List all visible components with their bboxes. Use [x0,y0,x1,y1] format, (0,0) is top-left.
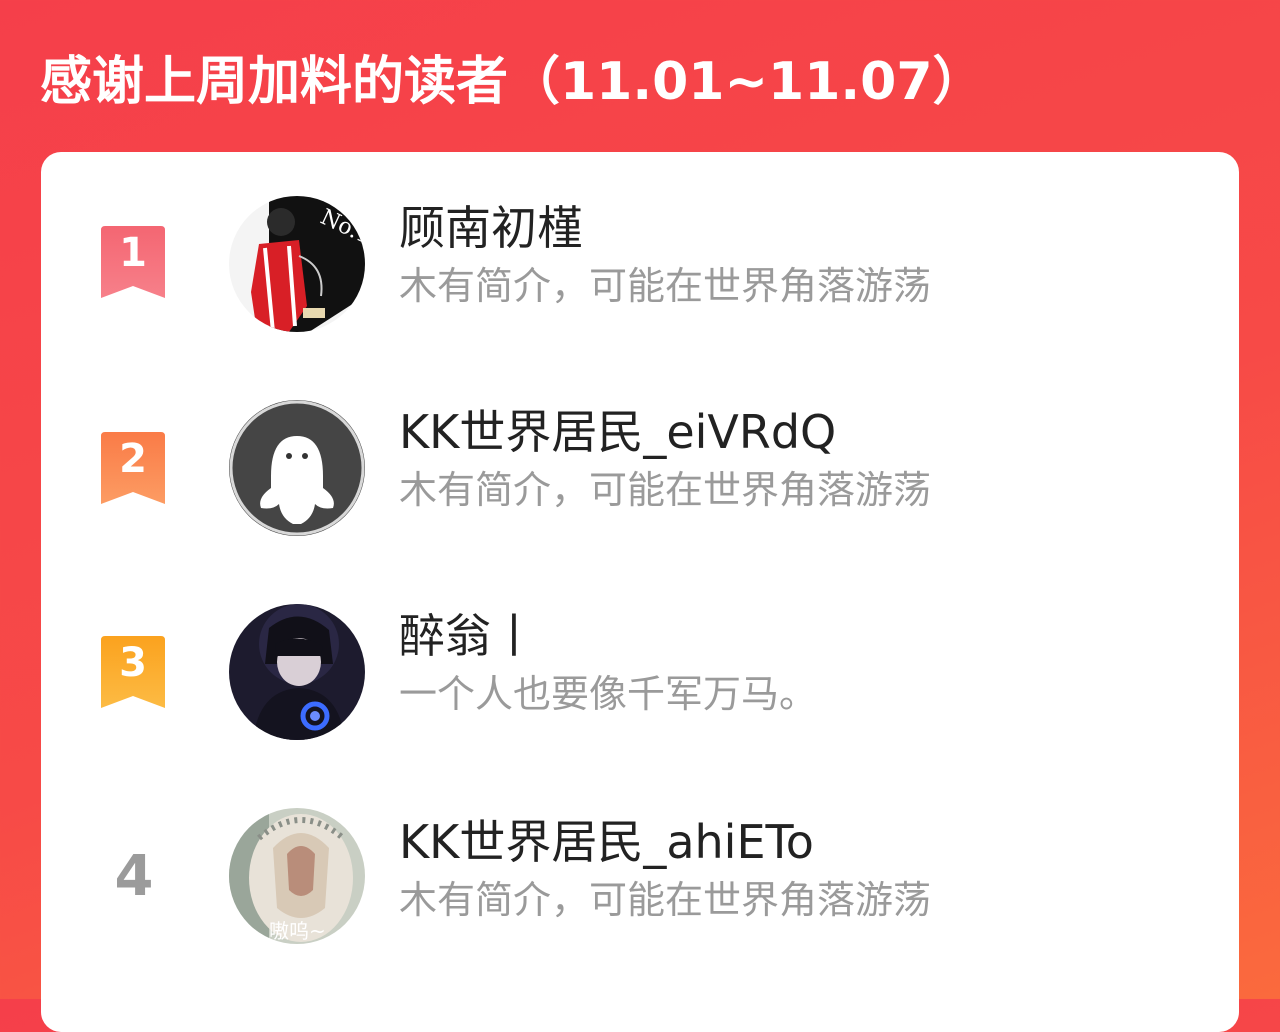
reader-bio: 木有简介，可能在世界角落游荡 [399,264,932,308]
reader-name[interactable]: 醉翁丨 [399,608,537,664]
anime-avatar-icon [229,604,365,740]
reader-row-3[interactable]: 3 醉翁丨 一个人也要像千军万马。 [41,598,1239,748]
reader-row-2[interactable]: 2 KK世界居民_eiVRdQ 木有简介，可能在世界角落游荡 [41,394,1239,544]
default-ghost-avatar-icon [229,400,365,536]
reader-name[interactable]: 顾南初槿 [399,200,583,256]
avatar-caption: 嗷呜~ [269,919,326,943]
rank-number: 2 [119,436,147,482]
anime-avatar-icon: No.1 [229,196,365,332]
reader-bio: 一个人也要像千军万马。 [399,672,818,716]
reader-list-card: 1 No.1 顾南初槿 木有简介，可能在世界角落游荡 2 KK世界居民_eiVR… [41,152,1239,1032]
reader-name[interactable]: KK世界居民_eiVRdQ [399,404,836,460]
rank-ribbon-3: 3 [98,636,168,710]
rank-ribbon-1: 1 [98,226,168,300]
rank-ribbon-2: 2 [98,432,168,506]
rank-number: 3 [119,640,147,686]
reader-row-4[interactable]: 4 嗷呜~ KK世界居民_ahiETo 木有简介，可能在世界角落游荡 [41,804,1239,954]
avatar-cat-4[interactable]: 嗷呜~ [229,808,365,944]
reader-row-1[interactable]: 1 No.1 顾南初槿 木有简介，可能在世界角落游荡 [41,190,1239,340]
rank-number-plain: 4 [114,844,154,909]
avatar-anime-1[interactable]: No.1 [229,196,365,332]
avatar-default-2[interactable] [229,400,365,536]
reader-bio: 木有简介，可能在世界角落游荡 [399,878,932,922]
reader-name[interactable]: KK世界居民_ahiETo [399,814,814,870]
page-title: 感谢上周加料的读者（11.01~11.07） [40,52,985,112]
cat-photo-avatar-icon: 嗷呜~ [229,808,365,944]
avatar-anime-3[interactable] [229,604,365,740]
rank-number: 1 [119,230,147,276]
reader-bio: 木有简介，可能在世界角落游荡 [399,468,932,512]
